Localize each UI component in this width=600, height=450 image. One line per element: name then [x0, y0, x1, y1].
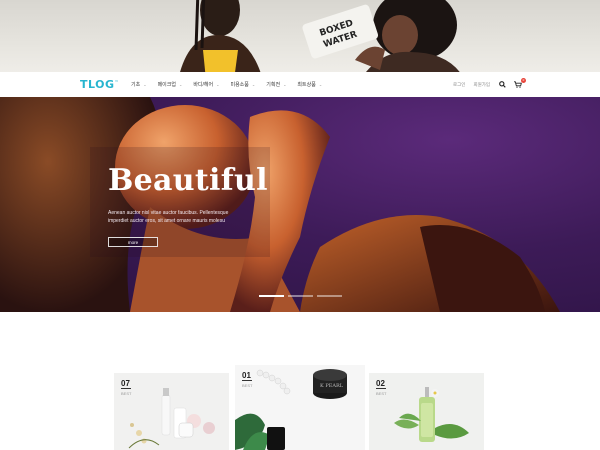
chevron-down-icon: ⌄ — [251, 82, 256, 87]
logo-text: TLOG — [80, 78, 115, 91]
nav-item-latest[interactable]: 최트상품 ⌄ — [297, 81, 322, 88]
main-nav: 기초 ⌄ 메이크업 ⌄ 바디/헤어 ⌄ 미용소품 ⌄ 기획전 ⌄ 최트상품 ⌄ — [131, 72, 333, 97]
rank-divider — [376, 388, 386, 389]
nav-label: 메이크업 — [157, 82, 176, 88]
product-image-skincare — [128, 388, 215, 449]
slider-dot-3[interactable] — [317, 295, 342, 297]
slider-dot-1[interactable] — [259, 295, 284, 297]
join-link[interactable]: 회원가입 — [473, 82, 490, 88]
site-logo[interactable]: TLOG™ — [80, 78, 119, 91]
top-banner-photo: BOXED WATER — [0, 0, 600, 72]
chevron-down-icon: ⌄ — [178, 82, 183, 87]
chevron-down-icon: ⌄ — [216, 82, 220, 87]
site-header: TLOG™ 기초 ⌄ 메이크업 ⌄ 바디/헤어 ⌄ 미용소품 ⌄ 기획전 ⌄ 최트상품 ⌄ … — [0, 72, 600, 98]
rank-divider — [242, 380, 252, 381]
product-tag: BEST — [242, 383, 253, 388]
product-rank: 07 — [121, 379, 130, 388]
product-rank: 02 — [376, 379, 385, 388]
nav-item-makeup[interactable]: 메이크업 ⌄ — [158, 81, 183, 88]
svg-text:K PEARL: K PEARL — [320, 383, 344, 389]
hero-description: Aenean auctor nisl vitae auctor faucibus… — [108, 210, 229, 224]
product-tag: BEST — [376, 391, 387, 396]
person-photo-left — [180, 0, 261, 72]
nav-label: 기초 — [131, 82, 141, 88]
slider-pagination — [259, 295, 346, 297]
hero-model-image — [0, 97, 560, 312]
logo-trademark: ™ — [114, 79, 120, 85]
product-image-cream: K PEARL — [235, 369, 347, 450]
login-link[interactable]: 로그인 — [453, 82, 465, 88]
hero-slider: Beautiful Aenean auctor nisl vitae aucto… — [0, 97, 600, 312]
chevron-down-icon: ⌄ — [283, 82, 287, 87]
product-tag: BEST — [121, 391, 132, 396]
cart-count-badge: 0 — [521, 77, 526, 83]
product-card[interactable]: 02 BEST — [369, 373, 484, 450]
chevron-down-icon: ⌄ — [318, 82, 323, 87]
search-icon — [498, 81, 506, 88]
nav-item-basic[interactable]: 기초 ⌄ — [131, 81, 147, 88]
nav-item-special[interactable]: 기획전 ⌄ — [266, 81, 286, 88]
person-photo-right: BOXED WATER — [302, 0, 460, 72]
nav-label: 바디/헤어 — [193, 82, 214, 88]
cart-button[interactable]: 0 — [514, 77, 526, 89]
nav-item-body-hair[interactable]: 바디/헤어 ⌄ — [193, 81, 219, 88]
product-card[interactable]: 07 BEST — [114, 373, 229, 450]
nav-label: 최트상품 — [297, 82, 316, 88]
product-card[interactable]: K PEARL 01 BEST — [235, 365, 365, 450]
product-rank: 01 — [242, 371, 251, 380]
hero-more-button[interactable]: more — [108, 237, 158, 247]
nav-item-beauty-tools[interactable]: 미용소품 ⌄ — [230, 81, 255, 88]
header-utilities: 로그인 회원가입 0 — [445, 72, 526, 97]
nav-label: 미용소품 — [230, 82, 249, 88]
rank-divider — [121, 388, 131, 389]
hero-title: Beautiful — [108, 163, 268, 198]
product-image-serum — [394, 387, 469, 442]
search-button[interactable] — [498, 81, 506, 89]
slider-dot-2[interactable] — [288, 295, 313, 297]
nav-label: 기획전 — [266, 82, 281, 88]
chevron-down-icon: ⌄ — [143, 82, 147, 87]
